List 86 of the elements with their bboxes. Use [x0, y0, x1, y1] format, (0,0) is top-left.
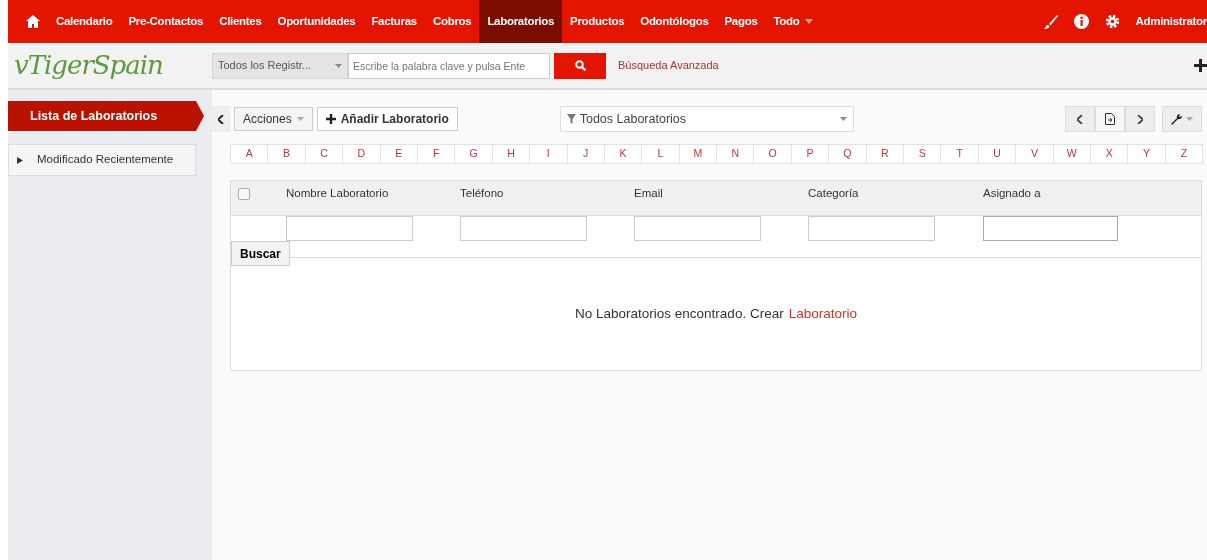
filter-field[interactable] [634, 216, 761, 241]
filter-field[interactable] [286, 216, 413, 241]
caret-icon [335, 63, 342, 68]
letter-filter[interactable]: C [304, 144, 344, 164]
plus-icon [325, 114, 336, 124]
nav-tab[interactable]: Pagos [716, 0, 766, 43]
nav-tab[interactable]: Facturas [363, 0, 425, 43]
letter-filter[interactable]: W [1052, 144, 1091, 164]
letter-filter[interactable]: K [603, 144, 643, 164]
scope-dropdown[interactable]: Todos los Registr... [212, 52, 348, 79]
settings-dropdown[interactable] [1162, 106, 1202, 132]
letter-filter[interactable]: B [267, 144, 306, 164]
nav-tab[interactable]: Laboratorios [479, 0, 563, 43]
filter-icon [566, 114, 576, 124]
letter-filter[interactable]: A [230, 144, 269, 164]
letter-filter[interactable]: D [342, 144, 381, 164]
letter-filter[interactable]: Y [1127, 144, 1166, 164]
nav-tab[interactable]: Todo [765, 0, 821, 43]
letter-filter[interactable]: S [903, 144, 942, 164]
home-icon [26, 15, 40, 28]
caret-icon [839, 117, 847, 121]
column-header: Nombre Laboratorio [286, 187, 389, 200]
user-menu[interactable]: Administrator [1135, 12, 1207, 31]
collapse-button[interactable] [212, 106, 230, 132]
page-jump-button[interactable] [1095, 106, 1125, 132]
letter-filter[interactable]: F [416, 144, 456, 164]
column-header: Asignado a [983, 187, 1041, 200]
column-header: Teléfono [460, 187, 504, 200]
next-page-button[interactable] [1125, 106, 1155, 132]
letter-filter[interactable]: O [753, 144, 792, 164]
nav-tab[interactable]: Calendario [48, 0, 121, 43]
letter-filter[interactable]: E [379, 144, 418, 164]
letter-filter[interactable]: P [790, 144, 830, 164]
nav-tab[interactable]: Productos [562, 0, 633, 43]
nav-tab[interactable]: Cobros [424, 0, 480, 43]
chevron-left-icon [218, 114, 224, 124]
letter-filter[interactable]: N [716, 144, 755, 164]
letter-filter[interactable]: I [529, 144, 568, 164]
letter-filter[interactable]: X [1090, 144, 1129, 164]
empty-message: No Laboratorios encontrado. Crear [575, 304, 784, 323]
letter-filter[interactable]: G [454, 144, 493, 164]
column-header: Email [634, 187, 663, 200]
letter-filter[interactable]: Q [828, 144, 867, 164]
search-button[interactable]: Buscar [231, 241, 290, 266]
checkbox[interactable] [238, 187, 250, 200]
create-link[interactable]: Laboratorio [788, 303, 857, 325]
chevron-left-icon [1077, 114, 1083, 124]
caret-right-icon [17, 156, 23, 164]
nav-tab[interactable]: Pre-Contactos [120, 0, 212, 43]
caret-icon [1186, 117, 1193, 121]
sidebar-item[interactable]: Modificado Recientemente [8, 144, 196, 176]
add-button[interactable]: Añadir Laboratorio [316, 107, 458, 131]
letter-filter[interactable]: J [566, 144, 605, 164]
letter-filter[interactable]: T [940, 144, 979, 164]
search-icon [574, 60, 586, 71]
sidebar-title[interactable]: Lista de Laboratorios [8, 101, 204, 131]
nav-tab[interactable]: Clientes [211, 0, 270, 43]
nav-tab[interactable]: Odontólogos [632, 0, 717, 43]
search-field[interactable]: Escribe la palabra clave y pulsa Ente [348, 52, 550, 79]
search-button[interactable] [554, 52, 606, 79]
previous-page-button[interactable] [1065, 106, 1095, 132]
brush-icon[interactable] [1043, 14, 1058, 29]
filter-field[interactable] [808, 216, 935, 241]
actions-button[interactable]: Acciones [234, 107, 313, 131]
letter-filter[interactable]: U [977, 144, 1017, 164]
caret-icon [804, 19, 813, 24]
info-icon[interactable] [1073, 14, 1089, 29]
letter-filter[interactable]: L [641, 144, 680, 164]
logo: vTigerSpain [14, 49, 164, 82]
nav-tab[interactable]: Oportunidades [269, 0, 364, 43]
letter-filter[interactable]: M [678, 144, 718, 164]
letter-filter[interactable]: Z [1164, 144, 1204, 164]
settings-icon[interactable] [1104, 14, 1120, 29]
letter-filter[interactable]: H [491, 144, 531, 164]
letter-filter[interactable]: R [865, 144, 905, 164]
filter-dropdown[interactable]: Todos Laboratorios [559, 106, 854, 132]
document-icon [1105, 113, 1115, 125]
add-icon[interactable] [1194, 59, 1207, 72]
filter-field[interactable] [983, 216, 1118, 241]
advanced-search-link[interactable]: Búsqueda Avanzada [618, 57, 719, 74]
chevron-right-icon [1137, 114, 1143, 124]
wrench-icon [1171, 113, 1182, 125]
caret-icon [296, 117, 304, 121]
letter-filter[interactable]: V [1015, 144, 1054, 164]
filter-field[interactable] [460, 216, 587, 241]
column-header: Categoría [808, 187, 859, 200]
